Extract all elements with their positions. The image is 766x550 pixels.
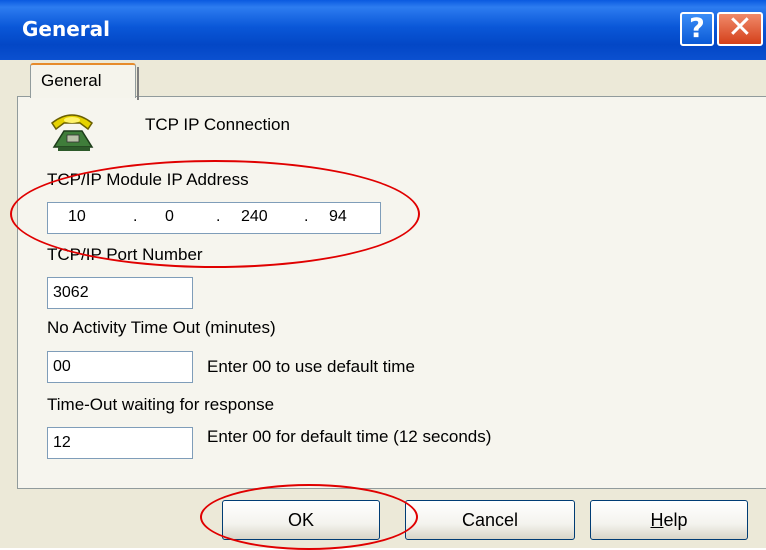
port-label: TCP/IP Port Number: [47, 245, 203, 264]
ip-address-label: TCP/IP Module IP Address: [47, 170, 249, 189]
response-timeout-label: Time-Out waiting for response: [47, 395, 275, 414]
connection-title: TCP IP Connection: [145, 115, 290, 134]
ok-button[interactable]: OK: [222, 500, 380, 540]
no-activity-value: 00: [53, 358, 71, 375]
no-activity-label: No Activity Time Out (minutes): [47, 318, 276, 337]
ip-octet-2[interactable]: 0: [165, 208, 174, 226]
help-button-label: elp: [663, 510, 688, 530]
help-button-mnemonic: H: [650, 510, 664, 530]
response-timeout-hint: Enter 00 for default time (12 seconds): [207, 427, 492, 446]
telephone-icon: [50, 114, 94, 151]
no-activity-input[interactable]: 00: [47, 351, 193, 383]
ip-octet-1[interactable]: 10: [68, 208, 86, 226]
ip-separator: .: [133, 208, 138, 225]
tab-general[interactable]: General: [30, 63, 139, 100]
title-bar[interactable]: General ? ✕: [0, 0, 766, 60]
cancel-button[interactable]: Cancel: [405, 500, 575, 540]
ip-separator: .: [216, 208, 221, 225]
port-input[interactable]: 3062: [47, 277, 193, 309]
response-timeout-value: 12: [53, 434, 71, 451]
ip-separator: .: [304, 208, 309, 225]
titlebar-close-button[interactable]: ✕: [717, 12, 763, 46]
help-button[interactable]: Help: [590, 500, 748, 540]
tab-general-label: General: [41, 71, 102, 90]
window-title: General: [22, 17, 110, 41]
response-timeout-input[interactable]: 12: [47, 427, 193, 459]
no-activity-hint: Enter 00 to use default time: [207, 357, 415, 376]
ip-octet-4[interactable]: 94: [329, 208, 347, 226]
titlebar-help-button[interactable]: ?: [680, 12, 714, 46]
dialog-window: General ? ✕ General TCP IP Connection TC…: [0, 0, 766, 550]
port-value: 3062: [53, 284, 89, 301]
ip-address-field[interactable]: 10 . 0 . 240 . 94: [47, 202, 381, 234]
ip-octet-3[interactable]: 240: [241, 208, 268, 226]
